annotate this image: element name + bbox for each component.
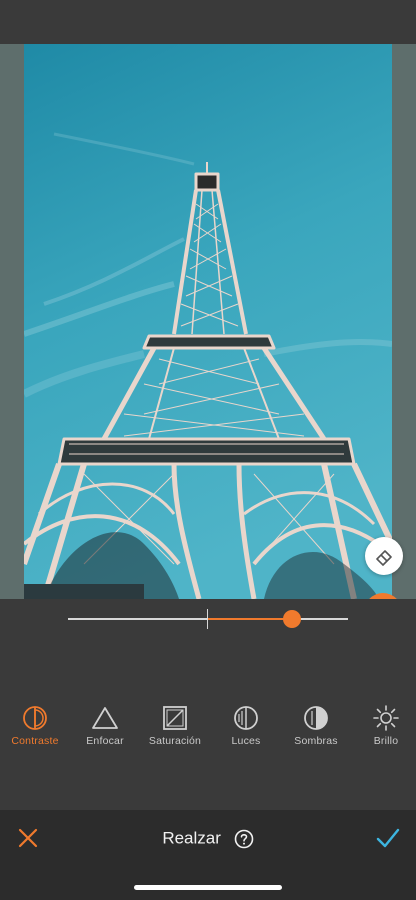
home-indicator [134,885,282,890]
sun-icon [373,705,399,731]
tool-brillo[interactable]: Brillo [346,700,416,747]
slider-fill [208,618,292,620]
slider-center-mark [207,609,208,629]
tool-luces[interactable]: Luces [206,700,286,747]
help-circle-icon[interactable] [234,829,254,849]
intensity-slider[interactable] [0,599,416,699]
canvas-margin-left [0,44,24,599]
tool-saturacion[interactable]: Saturación [135,700,215,747]
tool-label: Luces [231,735,261,747]
highlights-icon [234,706,258,730]
confirm-button[interactable] [375,826,401,850]
page-title: Realzar [162,828,221,848]
tool-label: Contraste [11,735,59,747]
canvas-margin-right [392,44,416,599]
eiffel-tower-photo[interactable] [24,44,392,599]
shadows-icon [304,706,328,730]
tool-contraste[interactable]: Contraste [0,700,75,747]
tool-sombras[interactable]: Sombras [276,700,356,747]
tool-label: Saturación [148,735,202,747]
saturation-icon [163,706,187,730]
tool-label: Sombras [294,735,338,747]
contrast-icon [23,706,47,730]
bottom-bar: Realzar [0,810,416,900]
slider-thumb[interactable] [283,610,301,628]
eraser-button[interactable] [365,537,403,575]
tool-label: Brillo [373,735,399,747]
adjustment-tools: Contraste Enfocar Saturación Luces Sombr… [0,700,416,760]
editor-title: Realzar [0,828,416,849]
top-bar [0,0,416,44]
eraser-icon [376,550,392,566]
triangle-icon [92,707,118,729]
tool-enfocar[interactable]: Enfocar [65,700,145,747]
tool-label: Enfocar [86,735,124,747]
photo-canvas[interactable] [0,44,416,599]
checkmark-icon [376,828,400,848]
